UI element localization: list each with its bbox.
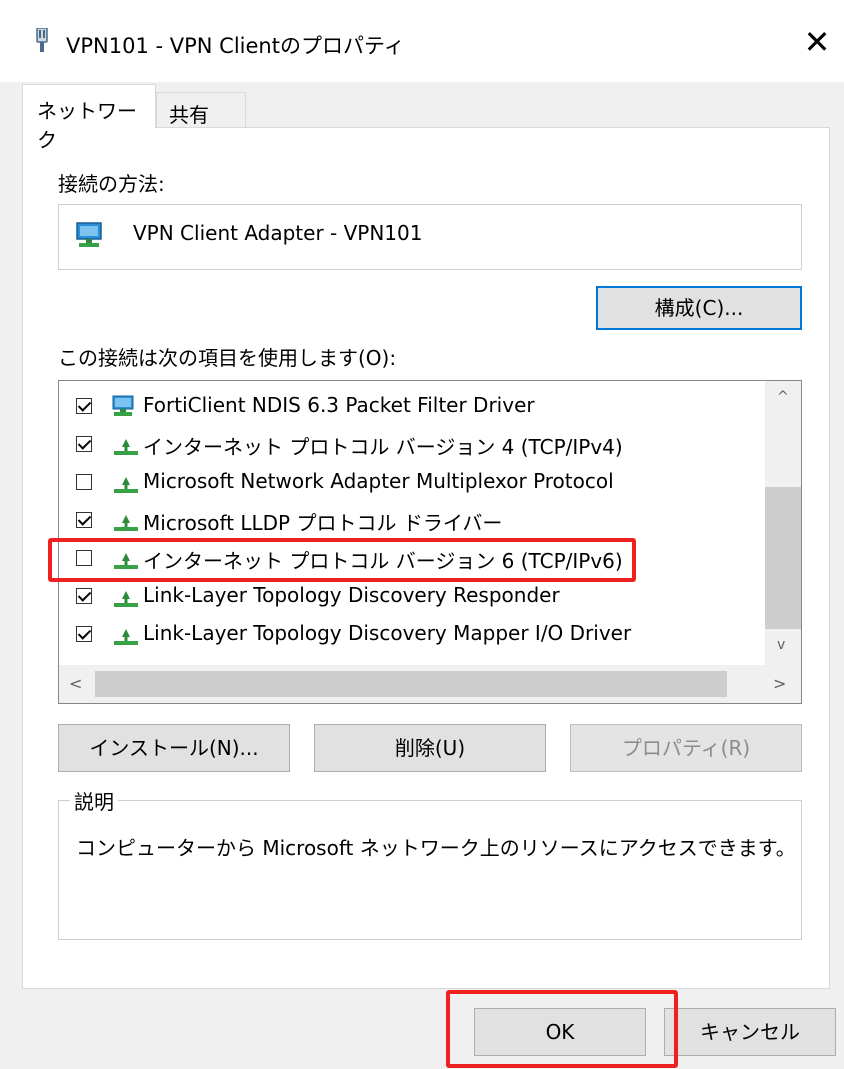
horizontal-scroll-thumb[interactable] [95,671,727,697]
network-adapter-icon [111,395,139,419]
network-adapter-icon [75,221,109,251]
list-item[interactable]: Microsoft Network Adapter Multiplexor Pr… [59,465,765,503]
tab-network[interactable]: ネットワーク [22,84,156,152]
properties-dialog: VPN101 - VPN Clientのプロパティ ✕ ネットワーク 共有 接続… [0,0,844,1069]
items-label: この接続は次の項目を使用します(O): [58,346,397,370]
description-group [58,800,802,940]
tab-sharing[interactable]: 共有 [156,92,246,130]
properties-button[interactable]: プロパティ(R) [570,724,802,772]
protocol-icon [111,623,139,647]
list-item[interactable]: Link-Layer Topology Discovery Mapper I/O… [59,617,765,655]
highlight-ok-button [446,990,678,1068]
horizontal-scrollbar[interactable]: < > [59,665,801,703]
item-checkbox[interactable] [76,626,92,642]
uninstall-button[interactable]: 削除(U) [314,724,546,772]
highlight-ipv6-row [48,538,636,582]
item-label: Microsoft Network Adapter Multiplexor Pr… [143,469,614,493]
install-button[interactable]: インストール(N)... [58,724,290,772]
item-checkbox[interactable] [76,588,92,604]
adapter-name: VPN Client Adapter - VPN101 [133,221,423,245]
item-label: インターネット プロトコル バージョン 4 (TCP/IPv4) [143,435,623,459]
vertical-scroll-thumb[interactable] [765,487,801,629]
adapter-box: VPN Client Adapter - VPN101 [58,204,802,270]
configure-button[interactable]: 構成(C)... [596,286,802,330]
protocol-icon [111,433,139,457]
network-plug-icon [34,27,50,54]
item-label: Microsoft LLDP プロトコル ドライバー [143,511,503,535]
protocol-icon [111,509,139,533]
connect-using-label: 接続の方法: [58,172,165,196]
scroll-left-icon[interactable]: < [69,674,82,693]
vertical-scrollbar[interactable]: ^ v [765,381,801,665]
scroll-up-icon[interactable]: ^ [777,389,789,405]
title-bar: VPN101 - VPN Clientのプロパティ ✕ [0,0,844,82]
cancel-button[interactable]: キャンセル [664,1008,836,1056]
list-item[interactable]: Link-Layer Topology Discovery Responder [59,579,765,617]
window-title: VPN101 - VPN Clientのプロパティ [66,34,405,58]
protocol-icon [111,471,139,495]
item-checkbox[interactable] [76,474,92,490]
item-label: Link-Layer Topology Discovery Mapper I/O… [143,621,632,645]
item-checkbox[interactable] [76,436,92,452]
item-label: FortiClient NDIS 6.3 Packet Filter Drive… [143,393,535,417]
list-item[interactable]: インターネット プロトコル バージョン 4 (TCP/IPv4) [59,427,765,465]
description-legend: 説明 [70,786,118,815]
close-icon[interactable]: ✕ [796,22,838,62]
item-checkbox[interactable] [76,398,92,414]
description-text: コンピューターから Microsoft ネットワーク上のリソースにアクセスできま… [76,836,796,860]
item-label: Link-Layer Topology Discovery Responder [143,583,560,607]
scroll-down-icon[interactable]: v [777,637,785,653]
list-item[interactable]: Microsoft LLDP プロトコル ドライバー [59,503,765,541]
scroll-right-icon[interactable]: > [773,674,786,693]
item-checkbox[interactable] [76,512,92,528]
protocol-icon [111,585,139,609]
list-item[interactable]: FortiClient NDIS 6.3 Packet Filter Drive… [59,389,765,427]
